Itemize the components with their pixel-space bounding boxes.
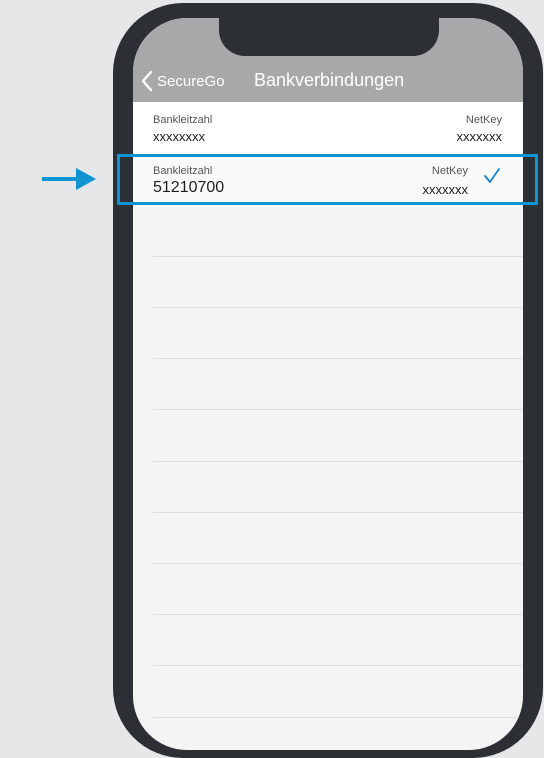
phone-screen: SecureGo Bankverbindungen Bankleitzahl x… <box>133 18 523 750</box>
netkey-value: xxxxxxx <box>456 129 503 144</box>
back-button[interactable]: SecureGo <box>140 68 225 94</box>
list-separator <box>153 256 523 257</box>
bankleitzahl-value: xxxxxxxx <box>153 129 205 144</box>
list-separator <box>153 461 523 462</box>
bankleitzahl-label: Bankleitzahl <box>153 114 213 126</box>
phone-notch <box>219 18 439 56</box>
bank-connection-row[interactable]: Bankleitzahl xxxxxxxx NetKey xxxxxxx <box>133 102 523 152</box>
list-separator <box>153 358 523 359</box>
list-separator <box>153 717 523 718</box>
netkey-label: NetKey <box>465 114 502 126</box>
page-title: Bankverbindungen <box>254 70 405 90</box>
list-separator <box>153 665 523 666</box>
list-separator <box>153 409 523 410</box>
chevron-left-icon <box>141 70 153 92</box>
back-button-label: SecureGo <box>157 72 225 90</box>
list-separator <box>153 614 523 615</box>
pointer-arrow-icon <box>42 168 96 190</box>
list-separator <box>153 563 523 564</box>
list-separator <box>153 307 523 308</box>
selection-highlight-box <box>117 154 538 205</box>
phone-frame: SecureGo Bankverbindungen Bankleitzahl x… <box>113 3 543 758</box>
list-separator <box>153 512 523 513</box>
